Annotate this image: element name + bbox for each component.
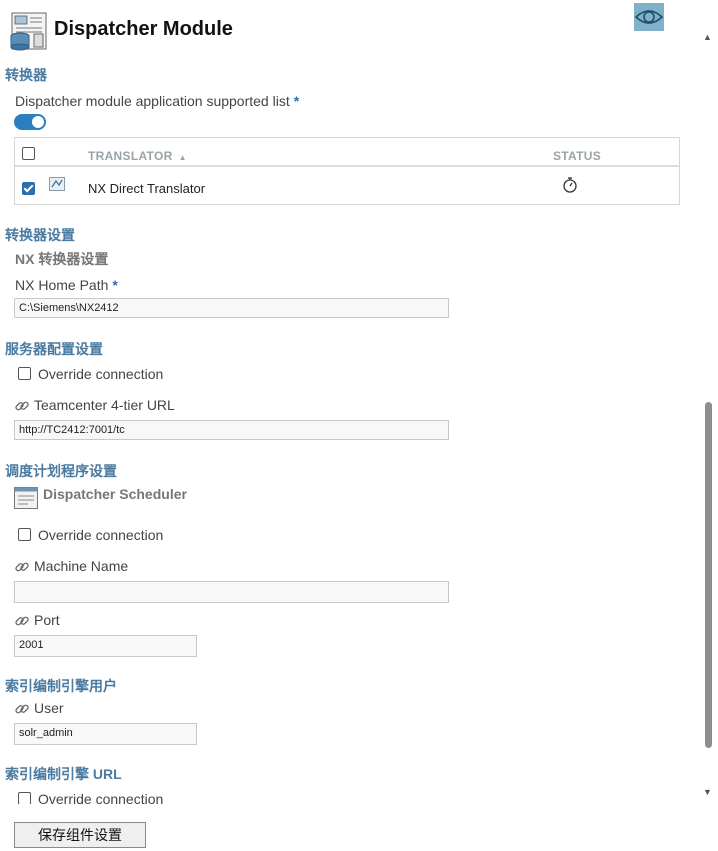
- section-title-server-config: 服务器配置设置: [5, 341, 103, 357]
- index-url-override-checkbox[interactable]: [18, 792, 31, 804]
- scheduler-override-checkbox[interactable]: [18, 528, 31, 541]
- column-header-translator[interactable]: TRANSLATOR ▲: [88, 149, 187, 163]
- table-row[interactable]: NX Direct Translator: [15, 167, 679, 204]
- translator-name: NX Direct Translator: [88, 181, 206, 196]
- scroll-down-arrow[interactable]: ▼: [703, 787, 712, 797]
- save-settings-button[interactable]: 保存组件设置: [14, 822, 146, 848]
- translator-icon: [49, 177, 65, 191]
- section-title-index-url: 索引编制引擎 URL: [5, 766, 122, 782]
- section-title-index-user: 索引编制引擎用户: [5, 678, 117, 694]
- section-title-translator-settings: 转换器设置: [5, 227, 75, 243]
- stopwatch-icon: [561, 176, 579, 194]
- supported-list-toggle[interactable]: [14, 114, 46, 130]
- index-url-override-label: Override connection: [38, 791, 164, 804]
- scheduler-icon: [14, 487, 38, 509]
- scroll-up-arrow[interactable]: ▲: [703, 32, 712, 42]
- port-label: Port: [34, 612, 60, 628]
- table-header: TRANSLATOR ▲ STATUS: [15, 138, 679, 167]
- port-input[interactable]: 2001: [14, 635, 197, 657]
- column-header-status[interactable]: STATUS: [553, 149, 601, 163]
- sort-asc-icon: ▲: [178, 153, 187, 162]
- select-all-checkbox[interactable]: [22, 147, 35, 160]
- nx-settings-subtitle: NX 转换器设置: [15, 251, 109, 267]
- link-icon: [14, 701, 30, 717]
- nx-home-label: NX Home Path *: [15, 277, 118, 293]
- link-icon: [14, 398, 30, 414]
- required-mark: *: [112, 277, 118, 293]
- tc-url-input[interactable]: http://TC2412:7001/tc: [14, 420, 449, 440]
- eye-icon[interactable]: [634, 3, 664, 31]
- link-icon: [14, 559, 30, 575]
- module-icon: [6, 12, 48, 52]
- section-title-scheduler: 调度计划程序设置: [5, 463, 117, 479]
- machine-name-input[interactable]: [14, 581, 449, 603]
- link-icon: [14, 613, 30, 629]
- page-title: Dispatcher Module: [54, 18, 233, 40]
- machine-name-label: Machine Name: [34, 558, 129, 574]
- scheduler-override-label: Override connection: [38, 527, 164, 543]
- nx-home-path-input[interactable]: C:\Siemens\NX2412: [14, 298, 449, 318]
- tc-url-label: Teamcenter 4-tier URL: [34, 397, 175, 413]
- row-checkbox[interactable]: [22, 182, 35, 195]
- user-label: User: [34, 700, 64, 716]
- supported-list-label: Dispatcher module application supported …: [15, 93, 300, 109]
- user-input[interactable]: solr_admin: [14, 723, 197, 745]
- scrollbar-thumb[interactable]: [705, 402, 712, 748]
- translator-table: TRANSLATOR ▲ STATUS NX Direct Translator: [14, 137, 680, 205]
- required-mark: *: [293, 93, 300, 109]
- server-override-checkbox[interactable]: [18, 367, 31, 380]
- server-override-label: Override connection: [38, 366, 164, 382]
- clipped-region: Override connection: [0, 788, 700, 804]
- section-title-translators: 转换器: [5, 67, 47, 83]
- scheduler-label: Dispatcher Scheduler: [43, 486, 187, 502]
